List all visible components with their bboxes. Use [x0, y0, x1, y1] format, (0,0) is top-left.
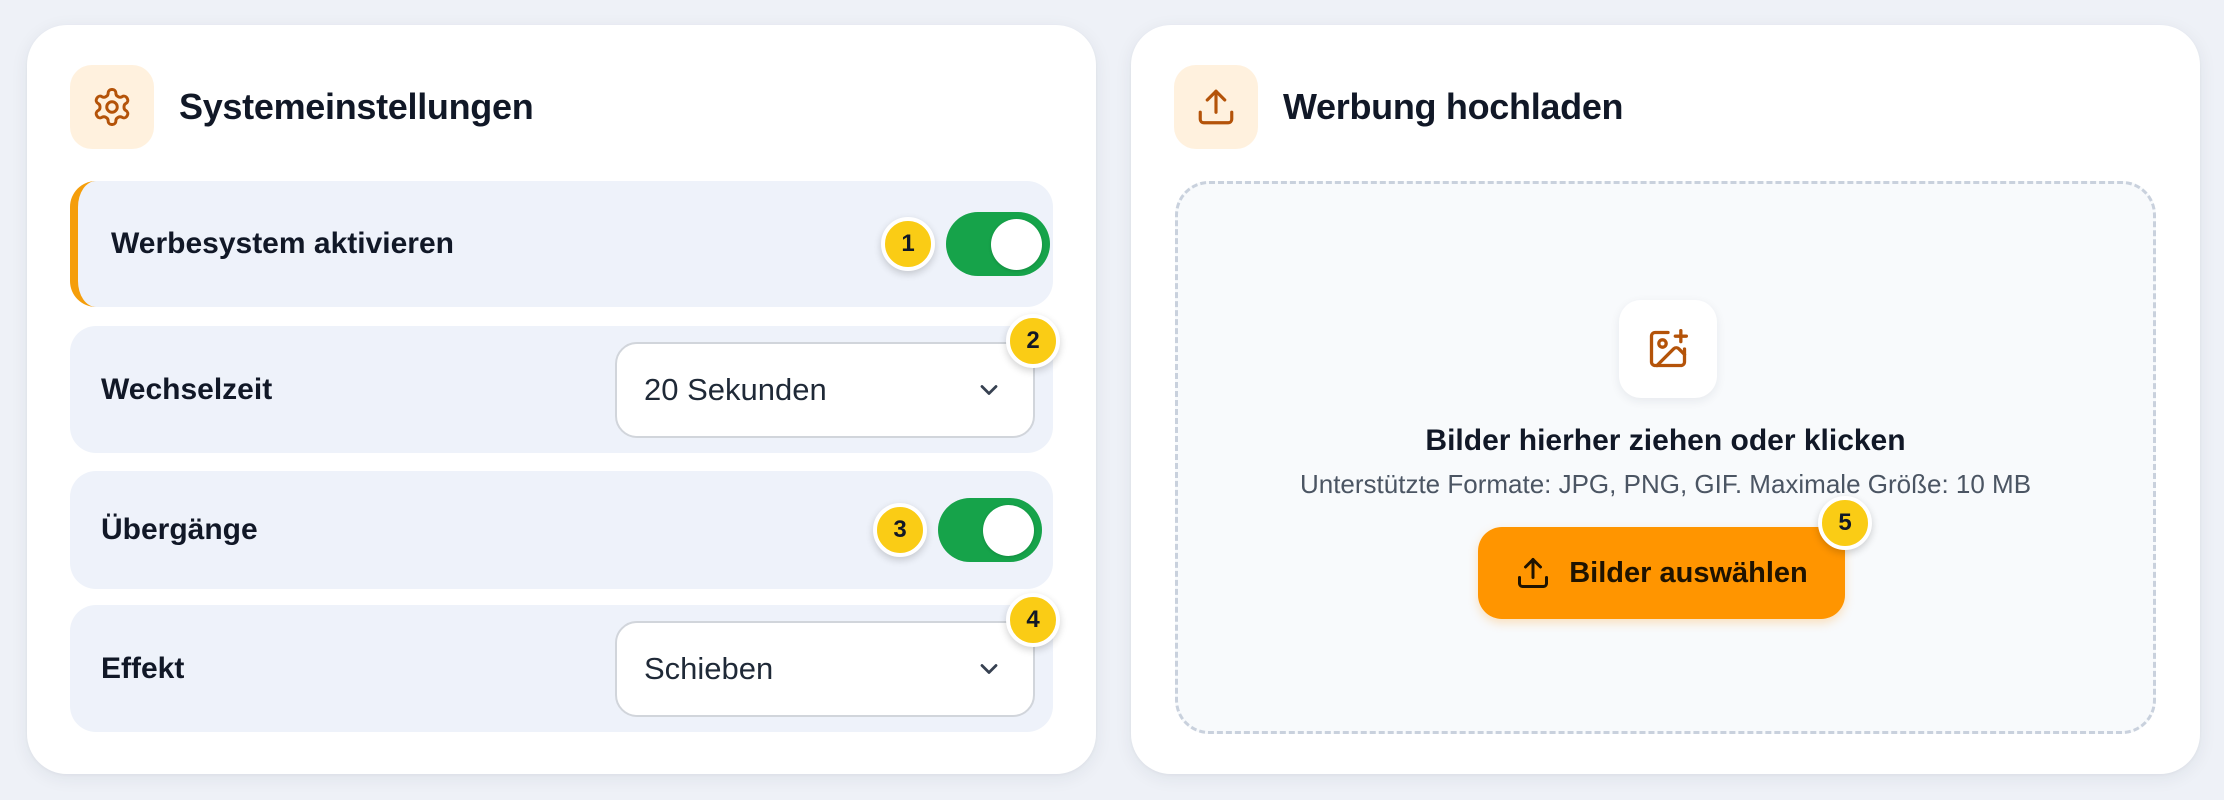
- toggle-knob: [991, 219, 1042, 270]
- upload-dropzone[interactable]: Bilder hierher ziehen oder klicken Unter…: [1175, 181, 2156, 734]
- step-badge-3: 3: [873, 503, 927, 557]
- step-badge-5: 5: [1818, 496, 1872, 550]
- transitions-toggle[interactable]: [938, 498, 1042, 562]
- step-badge-2: 2: [1006, 314, 1060, 368]
- select-images-button[interactable]: Bilder auswählen: [1478, 527, 1845, 619]
- dropzone-subtitle: Unterstützte Formate: JPG, PNG, GIF. Max…: [1299, 469, 2032, 499]
- effect-select[interactable]: Schieben: [615, 621, 1035, 717]
- effect-select-value: Schieben: [644, 651, 774, 686]
- interval-label: Wechselzeit: [101, 372, 273, 406]
- gear-icon: [70, 65, 154, 149]
- effect-row: Effekt Schieben 4: [70, 593, 1060, 732]
- toggle-knob: [983, 505, 1034, 556]
- interval-select-value: 20 Sekunden: [644, 372, 827, 407]
- transitions-label: Übergänge: [101, 513, 258, 546]
- dropzone-title: Bilder hierher ziehen oder klicken: [1425, 424, 1906, 457]
- settings-header: Systemeinstellungen: [70, 65, 534, 149]
- step-badge-1: 1: [881, 217, 935, 271]
- upload-header: Werbung hochladen: [1174, 65, 1624, 149]
- settings-card: Systemeinstellungen Werbesystem aktivier…: [27, 25, 1096, 774]
- upload-title: Werbung hochladen: [1283, 86, 1624, 127]
- interval-row: Wechselzeit 20 Sekunden 2: [70, 314, 1060, 453]
- ad-system-row: Werbesystem aktivieren 1: [70, 181, 1053, 307]
- ad-system-label: Werbesystem aktivieren: [111, 227, 454, 260]
- interval-select[interactable]: 20 Sekunden: [615, 342, 1035, 438]
- transitions-row: Übergänge 3: [70, 471, 1053, 589]
- settings-title: Systemeinstellungen: [179, 86, 534, 127]
- step-badge-4: 4: [1006, 593, 1060, 647]
- select-images-label: Bilder auswählen: [1569, 556, 1808, 589]
- upload-icon: [1518, 558, 1549, 588]
- chevron-down-icon: [980, 385, 998, 395]
- image-plus-icon: [1619, 300, 1717, 398]
- ad-system-toggle[interactable]: [946, 212, 1050, 276]
- effect-label: Effekt: [101, 651, 185, 685]
- upload-card: Werbung hochladen Bilder hierher ziehen …: [1131, 25, 2200, 774]
- upload-icon: [1174, 65, 1258, 149]
- chevron-down-icon: [980, 664, 998, 674]
